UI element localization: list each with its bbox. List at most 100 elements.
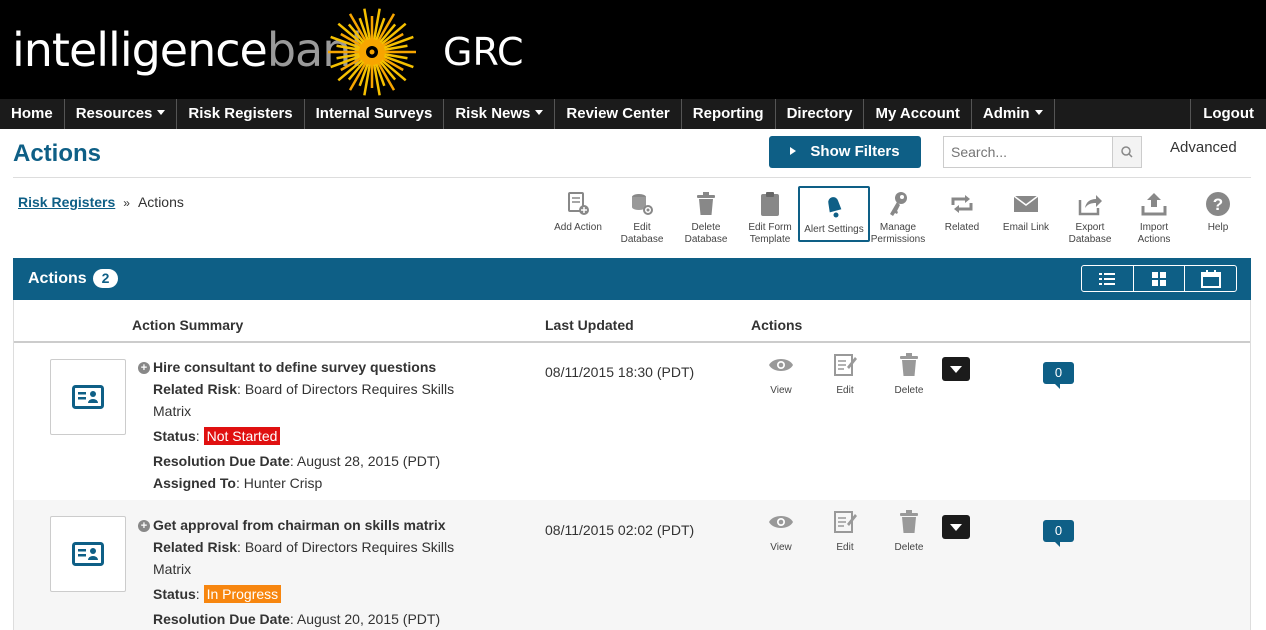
view-switcher	[1081, 265, 1237, 292]
table-row: + Hire consultant to define survey questi…	[14, 343, 1250, 500]
edit-button[interactable]: Edit	[825, 506, 865, 553]
status-line: Status: Not Started	[138, 425, 488, 447]
caret-down-icon	[157, 110, 166, 115]
column-header-actions: Actions	[751, 317, 803, 333]
nav-risk-news[interactable]: Risk News	[444, 99, 556, 129]
nav-my-account[interactable]: My Account	[864, 99, 972, 129]
record-thumbnail[interactable]	[50, 516, 126, 592]
help-button[interactable]: ? Help	[1186, 186, 1250, 242]
tool-label: Manage	[879, 222, 917, 233]
nav-label: Directory	[786, 105, 853, 122]
tool-label: Edit	[633, 222, 651, 233]
nav-label: Home	[11, 105, 53, 122]
comment-count-bubble[interactable]: 0	[1043, 362, 1074, 389]
related-risk-line: Related Risk: Board of Directors Require…	[153, 539, 455, 577]
tool-label: Help	[1207, 222, 1229, 233]
action-title[interactable]: + Get approval from chairman on skills ma…	[138, 514, 488, 536]
panel-title: Actions 2	[28, 269, 119, 288]
search-input[interactable]	[943, 136, 1113, 168]
nav-label: Risk News	[455, 105, 531, 122]
nav-logout[interactable]: Logout	[1190, 99, 1266, 129]
main-nav: Home Resources Risk Registers Internal S…	[0, 99, 1266, 129]
caret-down-icon	[950, 365, 962, 373]
delete-database-button[interactable]: Delete Database	[674, 186, 738, 245]
nav-internal-surveys[interactable]: Internal Surveys	[305, 99, 445, 129]
delete-label: Delete	[894, 385, 924, 396]
field-label: Assigned To	[153, 475, 236, 491]
search-button[interactable]	[1112, 136, 1142, 168]
tool-label: Edit Form	[748, 222, 792, 233]
more-actions-dropdown[interactable]	[942, 515, 970, 539]
breadcrumb-risk-registers[interactable]: Risk Registers	[18, 194, 115, 210]
related-button[interactable]: Related	[930, 186, 994, 242]
eye-icon	[769, 516, 793, 528]
play-icon	[790, 147, 797, 155]
export-database-button[interactable]: Export Database	[1058, 186, 1122, 245]
trash-icon	[900, 510, 918, 533]
expand-plus-icon[interactable]: +	[138, 520, 150, 532]
edit-form-template-button[interactable]: Edit Form Template	[738, 186, 802, 245]
field-label: Related Risk	[153, 381, 238, 397]
sun-logo-icon	[328, 8, 416, 96]
column-header-summary[interactable]: Action Summary	[132, 317, 243, 333]
advanced-search-link[interactable]: Advanced	[1170, 139, 1237, 156]
caret-down-icon	[535, 110, 544, 115]
calendar-icon	[1200, 269, 1221, 288]
id-card-icon	[72, 542, 104, 566]
email-link-button[interactable]: Email Link	[994, 186, 1058, 242]
assigned-line: Assigned To: Hunter Crisp	[153, 475, 323, 491]
view-button[interactable]: View	[761, 506, 801, 553]
caret-down-icon	[950, 523, 962, 531]
bell-icon	[828, 197, 842, 218]
list-view-button[interactable]	[1082, 266, 1134, 291]
trash-icon	[697, 192, 715, 215]
edit-button[interactable]: Edit	[825, 349, 865, 396]
nav-label: Risk Registers	[188, 105, 293, 122]
show-filters-button[interactable]: Show Filters	[769, 136, 921, 168]
manage-permissions-button[interactable]: Manage Permissions	[866, 186, 930, 245]
action-title[interactable]: + Hire consultant to define survey questi…	[138, 356, 488, 378]
calendar-view-button[interactable]	[1185, 266, 1236, 291]
edit-label: Edit	[836, 385, 854, 396]
record-thumbnail[interactable]	[50, 359, 126, 435]
delete-button[interactable]: Delete	[889, 506, 929, 553]
action-title-text: Get approval from chairman on skills mat…	[153, 517, 446, 533]
nav-risk-registers[interactable]: Risk Registers	[177, 99, 305, 129]
action-title-text: Hire consultant to define survey questio…	[153, 359, 437, 375]
expand-plus-icon[interactable]: +	[138, 362, 150, 374]
due-date-value: August 20, 2015 (PDT)	[296, 611, 441, 627]
tool-label: Related	[944, 222, 980, 233]
alert-settings-button[interactable]: Alert Settings	[798, 186, 870, 242]
column-header-updated[interactable]: Last Updated	[545, 317, 634, 333]
import-actions-button[interactable]: Import Actions	[1122, 186, 1186, 245]
nav-review-center[interactable]: Review Center	[555, 99, 682, 129]
nav-label: Reporting	[692, 105, 764, 122]
field-label: Status	[153, 586, 196, 602]
nav-directory[interactable]: Directory	[776, 99, 865, 129]
field-label: Resolution Due Date	[153, 611, 290, 627]
breadcrumb-current: Actions	[137, 194, 184, 210]
more-actions-dropdown[interactable]	[942, 357, 970, 381]
view-label: View	[770, 542, 792, 553]
add-action-button[interactable]: Add Action	[546, 186, 610, 242]
tool-label: Import	[1139, 222, 1169, 233]
status-badge: In Progress	[203, 585, 282, 603]
upload-icon	[1141, 193, 1167, 216]
grid-view-button[interactable]	[1134, 266, 1186, 291]
nav-resources[interactable]: Resources	[65, 99, 178, 129]
comment-count-bubble[interactable]: 0	[1043, 520, 1074, 547]
nav-home[interactable]: Home	[0, 99, 65, 129]
edit-database-button[interactable]: Edit Database	[610, 186, 674, 245]
related-arrows-icon	[951, 195, 973, 213]
delete-button[interactable]: Delete	[889, 349, 929, 396]
tool-label: Actions	[1137, 234, 1171, 245]
nav-label: Resources	[75, 105, 153, 122]
envelope-icon	[1013, 195, 1039, 212]
panel-title-text: Actions	[28, 270, 87, 287]
action-summary: + Get approval from chairman on skills ma…	[138, 514, 488, 630]
nav-admin[interactable]: Admin	[972, 99, 1055, 129]
nav-reporting[interactable]: Reporting	[682, 99, 776, 129]
brand-logo[interactable]: intelligencebank	[12, 24, 377, 76]
view-button[interactable]: View	[761, 349, 801, 396]
